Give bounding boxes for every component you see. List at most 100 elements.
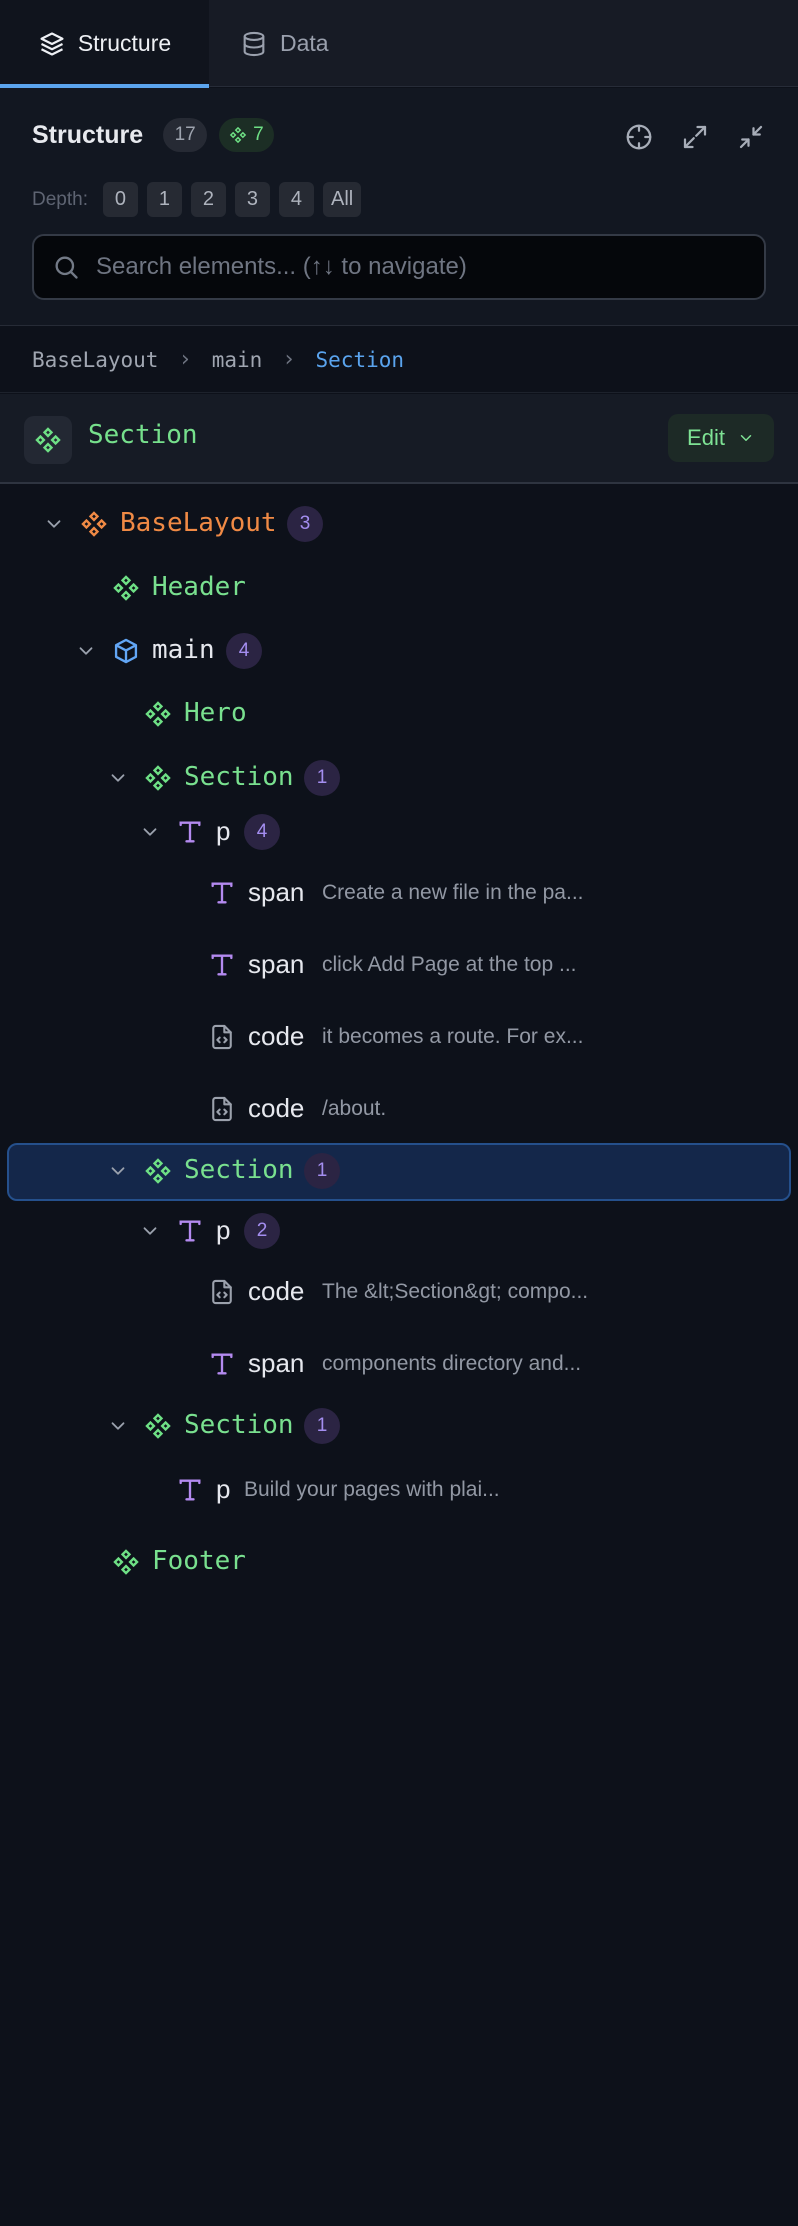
tree-row-label: main bbox=[152, 635, 215, 665]
component-count: 7 bbox=[253, 124, 264, 145]
chevron-down-icon[interactable] bbox=[107, 1160, 129, 1182]
code-file-icon bbox=[208, 1095, 236, 1123]
tree-row-label: Section bbox=[184, 1410, 294, 1440]
text-preview: components directory and... bbox=[322, 1352, 582, 1375]
depth-all-button[interactable]: All bbox=[322, 182, 362, 217]
tree-row-label: code bbox=[248, 1021, 305, 1051]
text-icon bbox=[208, 1350, 236, 1378]
breadcrumb-item-baselayout[interactable]: BaseLayout bbox=[32, 348, 158, 372]
tree-row-p[interactable]: p Build your pages with plai... bbox=[0, 1464, 798, 1516]
component-icon bbox=[144, 1412, 172, 1440]
box-icon bbox=[112, 637, 140, 665]
component-icon bbox=[144, 764, 172, 792]
selected-element-bar: Section Edit bbox=[0, 394, 798, 484]
tree-row-label: Section bbox=[184, 1155, 294, 1185]
tree-row-section-selected[interactable]: Section 1 bbox=[7, 1143, 791, 1201]
tree-row-main[interactable]: main 4 bbox=[0, 625, 798, 677]
tree-row-label: Header bbox=[152, 572, 246, 602]
depth-0-button[interactable]: 0 bbox=[102, 182, 138, 217]
depth-4-button[interactable]: 4 bbox=[278, 182, 314, 217]
depth-2-button[interactable]: 2 bbox=[190, 182, 226, 217]
text-preview: click Add Page at the top ... bbox=[322, 953, 577, 976]
tree-row-footer[interactable]: Footer bbox=[0, 1536, 798, 1588]
chevron-down-icon[interactable] bbox=[139, 1220, 161, 1242]
component-icon bbox=[144, 1157, 172, 1185]
component-icon bbox=[144, 700, 172, 728]
depth-selector: Depth: 0 1 2 3 4 All bbox=[32, 182, 362, 217]
child-count-badge: 1 bbox=[304, 1153, 340, 1189]
tree-row-hero[interactable]: Hero bbox=[0, 688, 798, 740]
child-count-badge: 3 bbox=[287, 506, 323, 542]
component-icon bbox=[229, 126, 247, 144]
tree-row-label: span bbox=[248, 877, 305, 907]
tree-row-code[interactable]: code it becomes a route. For ex... bbox=[0, 1011, 798, 1063]
breadcrumb-item-main[interactable]: main bbox=[212, 348, 263, 372]
component-icon bbox=[34, 426, 62, 454]
tree-row-label: p bbox=[216, 1474, 231, 1504]
panel-title: Structure bbox=[32, 120, 144, 149]
search-box bbox=[32, 234, 766, 300]
depth-3-button[interactable]: 3 bbox=[234, 182, 270, 217]
chevron-right-icon: › bbox=[178, 347, 192, 372]
tree-row-section[interactable]: Section 1 bbox=[0, 1400, 798, 1452]
child-count-badge: 4 bbox=[226, 633, 262, 669]
tree-row-code[interactable]: code /about. bbox=[0, 1083, 798, 1135]
code-file-icon bbox=[208, 1278, 236, 1306]
text-preview: /about. bbox=[322, 1097, 387, 1120]
tree-row-label: code bbox=[248, 1276, 305, 1306]
chevron-down-icon[interactable] bbox=[139, 821, 161, 843]
tree-row-section[interactable]: Section 1 bbox=[0, 752, 798, 804]
collapse-icon[interactable] bbox=[736, 122, 766, 152]
child-count-badge: 1 bbox=[304, 1408, 340, 1444]
chevron-right-icon: › bbox=[282, 347, 296, 372]
tab-structure[interactable]: Structure bbox=[0, 0, 209, 88]
database-icon bbox=[243, 31, 265, 56]
depth-1-button[interactable]: 1 bbox=[146, 182, 182, 217]
search-icon bbox=[55, 256, 78, 279]
tree-row-p[interactable]: p 2 bbox=[0, 1205, 798, 1257]
tree-row-label: span bbox=[248, 949, 305, 979]
tree-row-label: span bbox=[248, 1348, 305, 1378]
text-icon bbox=[208, 879, 236, 907]
text-icon bbox=[176, 1217, 204, 1245]
text-icon bbox=[208, 951, 236, 979]
tree-row-span[interactable]: span Create a new file in the pa... bbox=[0, 867, 798, 919]
component-icon bbox=[80, 510, 108, 538]
search-input[interactable] bbox=[96, 253, 764, 281]
chevron-down-icon[interactable] bbox=[75, 640, 97, 662]
code-file-icon bbox=[208, 1023, 236, 1051]
chevron-down-icon[interactable] bbox=[43, 513, 65, 535]
tab-data-label: Data bbox=[280, 30, 329, 56]
child-count-badge: 4 bbox=[244, 814, 280, 850]
tab-bar: Structure Data bbox=[0, 0, 798, 88]
tree-row-label: Footer bbox=[152, 1546, 246, 1576]
selected-element-name: Section bbox=[88, 420, 198, 450]
component-icon bbox=[112, 1548, 140, 1576]
expand-icon[interactable] bbox=[680, 122, 710, 152]
tree-row-code[interactable]: code The &lt;Section&gt; compo... bbox=[0, 1266, 798, 1318]
tree-row-span[interactable]: span components directory and... bbox=[0, 1338, 798, 1390]
tree-row-label: p bbox=[216, 816, 231, 846]
tree-row-p[interactable]: p 4 bbox=[0, 806, 798, 858]
chevron-down-icon[interactable] bbox=[107, 767, 129, 789]
tree-row-span[interactable]: span click Add Page at the top ... bbox=[0, 939, 798, 991]
chevron-down-icon[interactable] bbox=[107, 1415, 129, 1437]
element-count-badge: 17 bbox=[163, 118, 208, 152]
crosshair-icon[interactable] bbox=[624, 122, 654, 152]
text-preview: Build your pages with plai... bbox=[244, 1478, 500, 1501]
layers-icon bbox=[40, 31, 64, 56]
tree-row-label: BaseLayout bbox=[120, 508, 277, 538]
child-count-badge: 1 bbox=[304, 760, 340, 796]
tree-row-header[interactable]: Header bbox=[0, 562, 798, 614]
component-icon bbox=[112, 574, 140, 602]
tree-row-label: Section bbox=[184, 762, 294, 792]
component-count-badge: 7 bbox=[219, 118, 274, 152]
tree-row-label: Hero bbox=[184, 698, 247, 728]
breadcrumb: BaseLayout › main › Section bbox=[0, 327, 798, 393]
tab-data[interactable]: Data bbox=[240, 0, 329, 87]
tree-row-baselayout[interactable]: BaseLayout 3 bbox=[0, 498, 798, 550]
child-count-badge: 2 bbox=[244, 1213, 280, 1249]
text-icon bbox=[176, 1476, 204, 1504]
edit-button[interactable]: Edit bbox=[668, 414, 774, 462]
breadcrumb-item-section[interactable]: Section bbox=[316, 348, 405, 372]
